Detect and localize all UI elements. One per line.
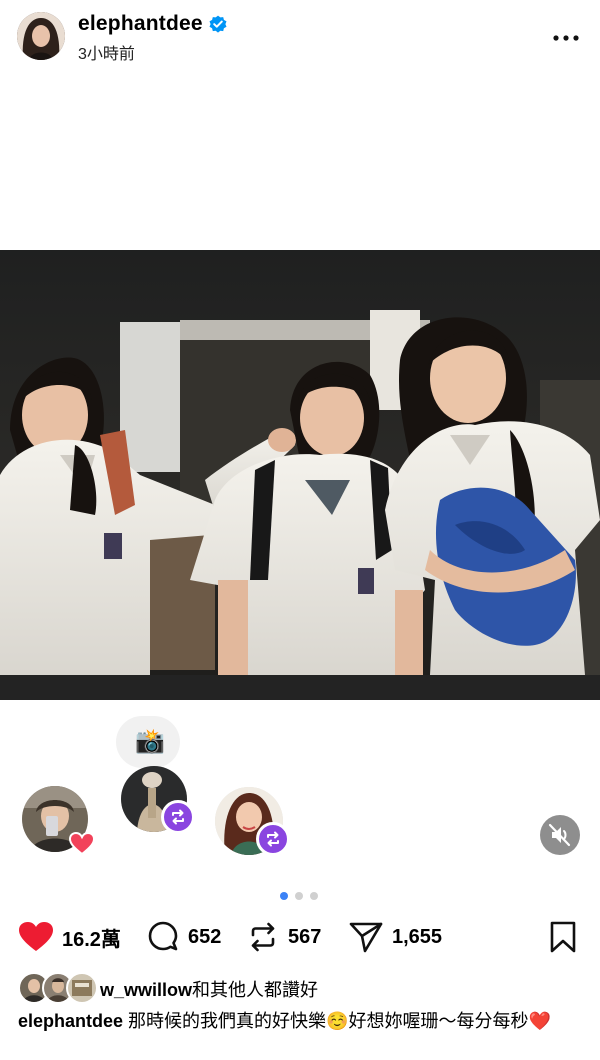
bookmark-icon <box>550 921 576 953</box>
save-button[interactable] <box>548 915 578 959</box>
carousel-dot <box>295 892 303 900</box>
repost-reaction-icon <box>256 822 290 856</box>
heart-icon <box>19 922 53 951</box>
muted-speaker-icon <box>548 823 571 847</box>
like-button[interactable]: 16.2萬 <box>18 915 121 959</box>
author-avatar[interactable] <box>17 12 65 60</box>
post-timestamp: 3小時前 <box>78 46 135 63</box>
carousel-dot <box>310 892 318 900</box>
comment-icon <box>148 921 178 951</box>
liked-by-text: w_wwillow和其他人都讚好 <box>100 976 318 1002</box>
post-caption: elephantdee 那時候的我們真的好快樂☺️好想妳喔珊～每分每秒❤️ <box>18 1010 583 1033</box>
liked-by-suffix: 和其他人都讚好 <box>192 980 319 1000</box>
comment-button[interactable]: 652 <box>146 915 221 959</box>
share-button[interactable]: 1,655 <box>348 915 442 959</box>
post-header: elephantdee 3小時前 <box>0 0 600 76</box>
more-options-icon[interactable] <box>552 30 580 41</box>
action-bar: 16.2萬 652 567 1,655 <box>0 915 600 959</box>
author-username[interactable]: elephantdee <box>78 12 203 36</box>
post-photo[interactable] <box>0 250 600 700</box>
repost-reaction-icon <box>161 800 195 834</box>
share-count: 1,655 <box>392 925 443 948</box>
liked-by-row[interactable]: w_wwillow和其他人都讚好 <box>18 972 578 1004</box>
like-count: 16.2萬 <box>62 928 121 951</box>
heart-reaction-icon <box>68 830 96 858</box>
caption-text: 那時候的我們真的好快樂☺️好想妳喔珊～每分每秒❤️ <box>128 1011 551 1031</box>
mute-toggle-button[interactable] <box>540 815 580 855</box>
carousel-indicator <box>280 892 320 902</box>
comment-count: 652 <box>188 925 222 948</box>
repost-icon <box>251 922 275 952</box>
verified-badge-icon <box>208 14 228 34</box>
send-icon <box>349 922 383 953</box>
repost-count: 567 <box>288 925 322 948</box>
carousel-dot-active <box>280 892 288 900</box>
camera-emoji: 📸 <box>135 728 165 755</box>
caption-author[interactable]: elephantdee <box>18 1011 123 1031</box>
camera-emoji-bubble: 📸 <box>116 716 180 768</box>
repost-button[interactable]: 567 <box>246 915 321 959</box>
liker-avatar <box>66 972 98 1004</box>
liked-by-username[interactable]: w_wwillow <box>100 980 192 1000</box>
